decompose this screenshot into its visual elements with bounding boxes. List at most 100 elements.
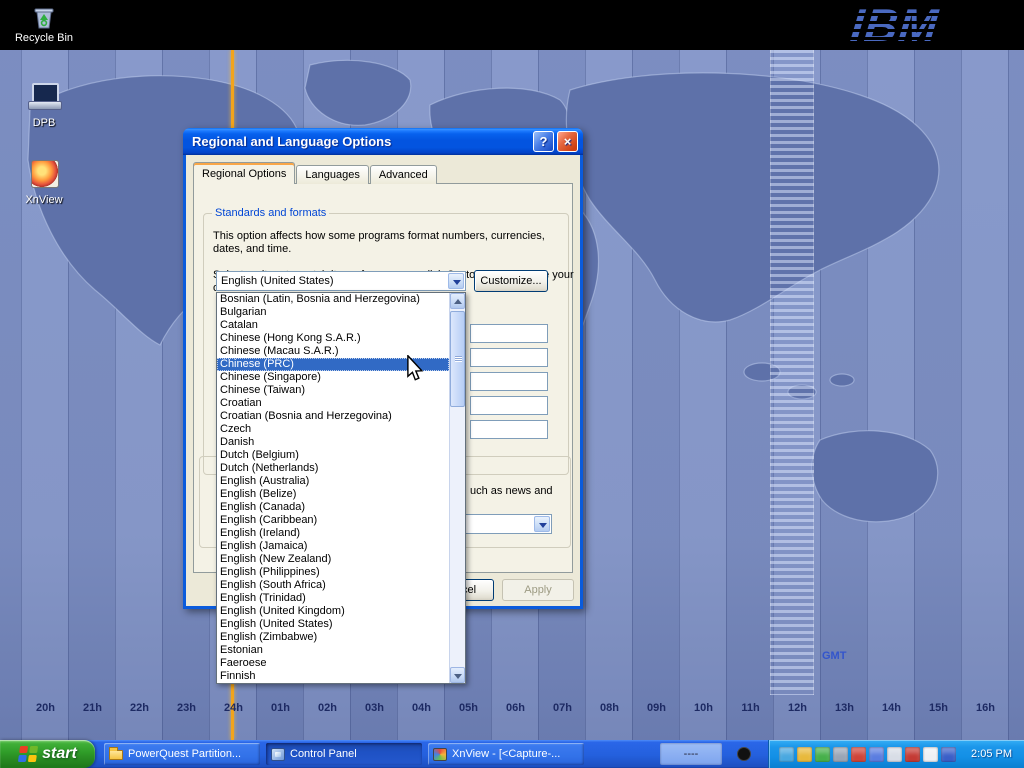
- language-option[interactable]: English (Belize): [217, 488, 449, 501]
- task-powerquest[interactable]: PowerQuest Partition...: [104, 743, 260, 765]
- tray-icon-4[interactable]: [833, 747, 848, 762]
- timezone-label: 15h: [915, 702, 962, 714]
- taskbar-toolbar-icon[interactable]: [737, 747, 751, 761]
- timezone-label: 23h: [163, 702, 210, 714]
- language-option[interactable]: Croatian (Bosnia and Herzegovina): [217, 410, 449, 423]
- sample-field[interactable]: [470, 420, 548, 439]
- tab-languages[interactable]: Languages: [296, 165, 368, 184]
- group-caption: Standards and formats: [212, 207, 329, 219]
- dialog-titlebar[interactable]: Regional and Language Options ? ×: [183, 128, 583, 155]
- scrollbar-down-button[interactable]: [450, 667, 465, 683]
- combobox-dropdown-button[interactable]: [448, 273, 464, 289]
- sample-field[interactable]: [470, 396, 548, 415]
- tray-icon-8[interactable]: [905, 747, 920, 762]
- help-button[interactable]: ?: [533, 131, 554, 152]
- task-xnview[interactable]: XnView - [<Capture-...: [428, 743, 584, 765]
- desktop-icon-label: DPB: [33, 117, 56, 129]
- language-combobox[interactable]: English (United States): [216, 271, 466, 291]
- standards-description: This option affects how some programs fo…: [213, 230, 565, 256]
- tab-regional-options[interactable]: Regional Options: [193, 162, 295, 184]
- taskbar: start PowerQuest Partition... Control Pa…: [0, 740, 1024, 768]
- tray-icon-6[interactable]: [869, 747, 884, 762]
- timezone-label: 14h: [868, 702, 915, 714]
- dialog-title: Regional and Language Options: [192, 134, 391, 149]
- taskbar-clock[interactable]: 2:05 PM: [971, 748, 1012, 760]
- timezone-labels: 20h21h22h23h24h01h02h03h04h05h06h07h08h0…: [22, 702, 1009, 714]
- language-option[interactable]: Bosnian (Latin, Bosnia and Herzegovina): [217, 293, 449, 306]
- desktop-icon-glyph: [27, 159, 61, 187]
- language-option[interactable]: Chinese (Hong Kong S.A.R.): [217, 332, 449, 345]
- tray-icon-10[interactable]: [941, 747, 956, 762]
- tray-icons: [779, 747, 956, 762]
- timezone-label: 16h: [962, 702, 1009, 714]
- timezone-label: 11h: [727, 702, 774, 714]
- language-option[interactable]: English (Trinidad): [217, 592, 449, 605]
- tray-icon-3[interactable]: [815, 747, 830, 762]
- task-icon: [109, 750, 123, 760]
- language-option[interactable]: Estonian: [217, 644, 449, 657]
- language-option[interactable]: Faeroese: [217, 657, 449, 670]
- language-option[interactable]: English (Zimbabwe): [217, 631, 449, 644]
- language-option[interactable]: Bulgarian: [217, 306, 449, 319]
- sample-field[interactable]: [470, 372, 548, 391]
- desktop-icon-label: XnView: [25, 194, 62, 206]
- sample-field[interactable]: [470, 348, 548, 367]
- recycle-bin-icon[interactable]: Recycle Bin: [12, 4, 76, 44]
- dialog-tabs: Regional OptionsLanguagesAdvanced: [193, 162, 438, 184]
- desktop-icon-dpb[interactable]: DPB: [12, 82, 76, 131]
- desktop-icon-glyph: [27, 82, 61, 110]
- desktop-icons: DPB XnView: [12, 82, 76, 236]
- timezone-label: 03h: [351, 702, 398, 714]
- dropdown-scrollbar[interactable]: [449, 293, 465, 683]
- timezone-label: 01h: [257, 702, 304, 714]
- language-option[interactable]: Croatian: [217, 397, 449, 410]
- language-option[interactable]: English (South Africa): [217, 579, 449, 592]
- language-option[interactable]: English (New Zealand): [217, 553, 449, 566]
- language-option[interactable]: English (Caribbean): [217, 514, 449, 527]
- gmt-label: GMT: [822, 650, 846, 662]
- location-text-fragment: uch as news and: [470, 485, 553, 498]
- language-option[interactable]: Catalan: [217, 319, 449, 332]
- apply-button[interactable]: Apply: [502, 579, 574, 601]
- tray-icon-5[interactable]: [851, 747, 866, 762]
- timezone-label: 06h: [492, 702, 539, 714]
- taskbar-toolbar[interactable]: ----: [660, 743, 722, 765]
- language-option[interactable]: English (Australia): [217, 475, 449, 488]
- language-dropdown-list: Bosnian (Latin, Bosnia and Herzegovina)B…: [216, 292, 466, 684]
- timezone-label: 02h: [304, 702, 351, 714]
- scrollbar-thumb[interactable]: [450, 311, 465, 407]
- sample-field[interactable]: [470, 324, 548, 343]
- tray-icon-2[interactable]: [797, 747, 812, 762]
- timezone-label: 22h: [116, 702, 163, 714]
- timezone-label: 10h: [680, 702, 727, 714]
- recycle-bin-glyph: [31, 4, 57, 30]
- language-option[interactable]: English (Philippines): [217, 566, 449, 579]
- language-option[interactable]: English (Jamaica): [217, 540, 449, 553]
- timezone-label: 05h: [445, 702, 492, 714]
- tray-icon-1[interactable]: [779, 747, 794, 762]
- language-option[interactable]: Czech: [217, 423, 449, 436]
- tray-icon-7[interactable]: [887, 747, 902, 762]
- language-option[interactable]: Dutch (Belgium): [217, 449, 449, 462]
- language-option[interactable]: Danish: [217, 436, 449, 449]
- timezone-label: 07h: [539, 702, 586, 714]
- start-button[interactable]: start: [0, 740, 95, 768]
- tab-advanced[interactable]: Advanced: [370, 165, 437, 184]
- language-option[interactable]: Finnish: [217, 670, 449, 683]
- desktop-icon-xnview[interactable]: XnView: [12, 159, 76, 208]
- scrollbar-up-button[interactable]: [450, 293, 465, 309]
- taskbar-tasks: PowerQuest Partition... Control Panel Xn…: [104, 743, 584, 765]
- language-option[interactable]: Dutch (Netherlands): [217, 462, 449, 475]
- close-button[interactable]: ×: [557, 131, 578, 152]
- language-option[interactable]: English (Canada): [217, 501, 449, 514]
- customize-button[interactable]: Customize...: [474, 270, 548, 292]
- language-option[interactable]: English (United Kingdom): [217, 605, 449, 618]
- tray-icon-9[interactable]: [923, 747, 938, 762]
- timezone-label: 20h: [22, 702, 69, 714]
- combobox-dropdown-button[interactable]: [534, 516, 550, 532]
- windows-flag-icon: [17, 745, 40, 763]
- task-control-panel[interactable]: Control Panel: [266, 743, 422, 765]
- system-tray: 2:05 PM: [768, 740, 1024, 768]
- language-option[interactable]: English (United States): [217, 618, 449, 631]
- language-option[interactable]: English (Ireland): [217, 527, 449, 540]
